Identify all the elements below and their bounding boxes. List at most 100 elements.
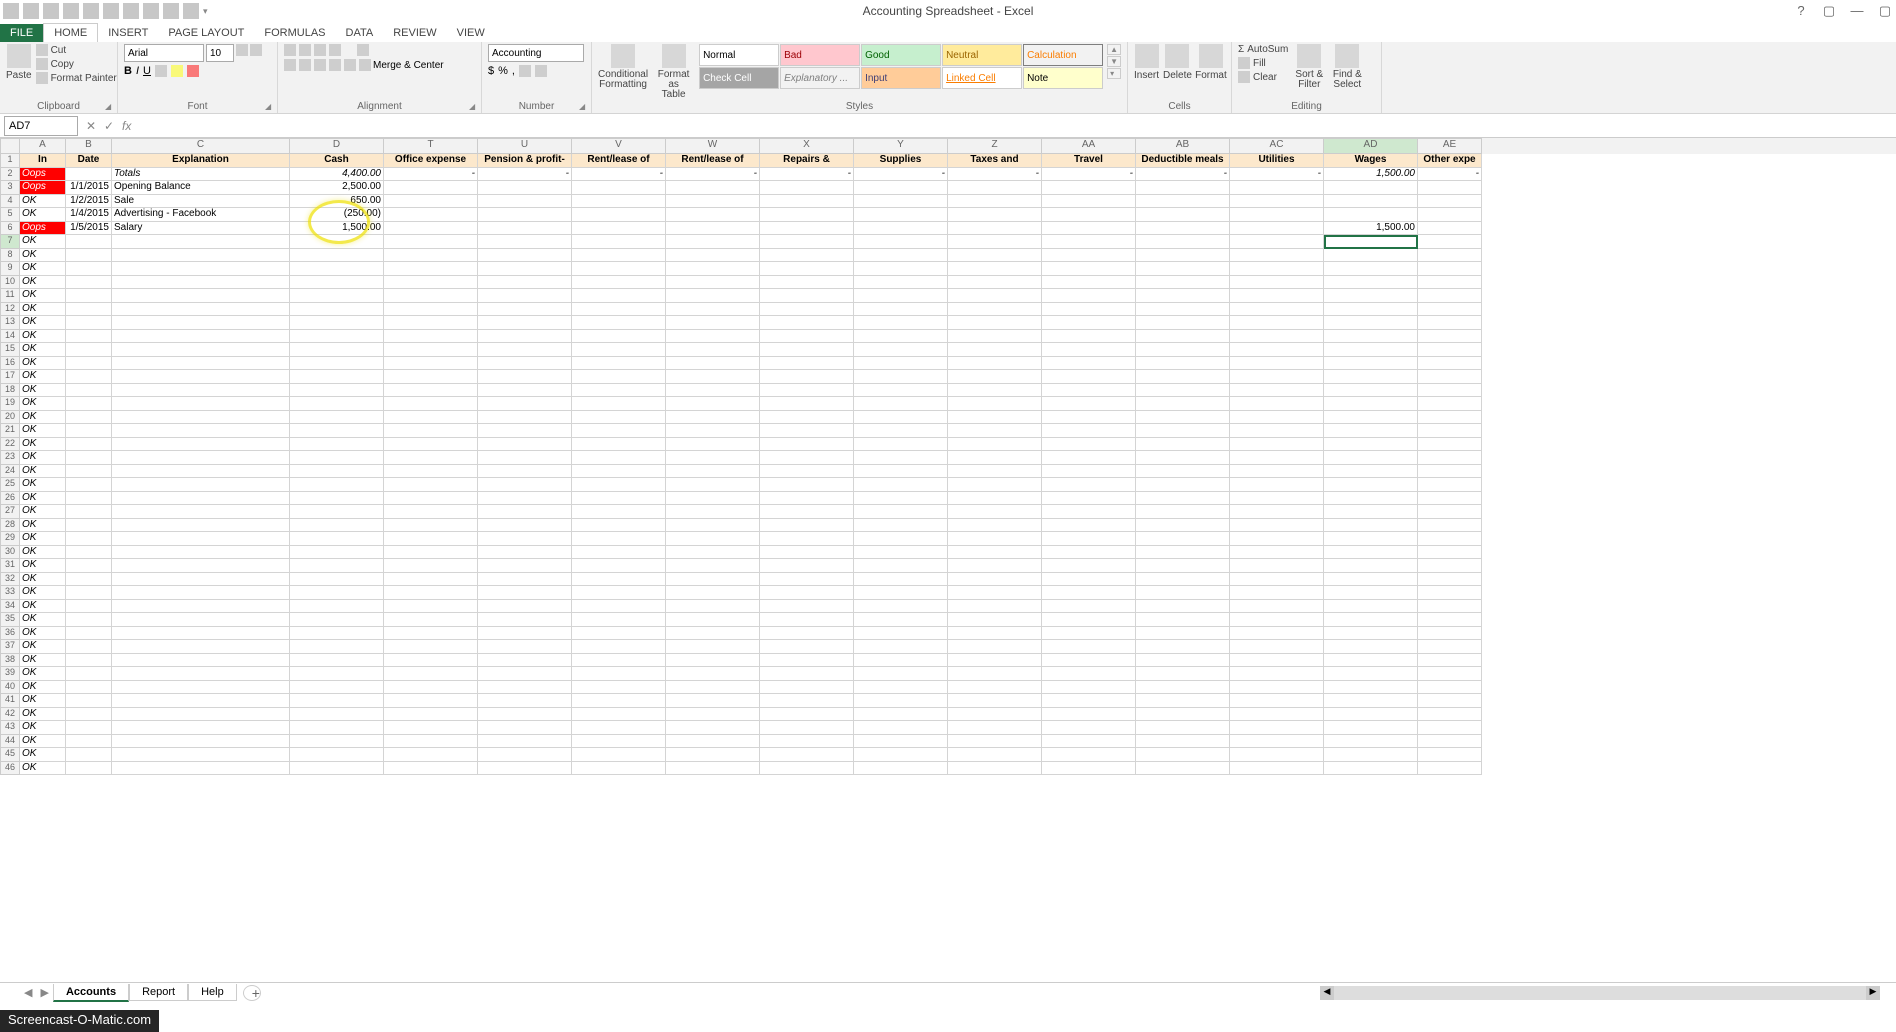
styles-down-icon[interactable]: ▼ <box>1107 56 1121 67</box>
cell-AC42[interactable] <box>1230 708 1324 722</box>
cell-W15[interactable] <box>666 343 760 357</box>
cell-V19[interactable] <box>572 397 666 411</box>
row-header-11[interactable]: 11 <box>0 289 20 303</box>
cell-AD29[interactable] <box>1324 532 1418 546</box>
cell-AC4[interactable] <box>1230 195 1324 209</box>
cell-C9[interactable] <box>112 262 290 276</box>
cell-A38[interactable]: OK <box>20 654 66 668</box>
cell-C12[interactable] <box>112 303 290 317</box>
cell-W20[interactable] <box>666 411 760 425</box>
cell-AD15[interactable] <box>1324 343 1418 357</box>
cell-AB41[interactable] <box>1136 694 1230 708</box>
cell-Y40[interactable] <box>854 681 948 695</box>
cell-B32[interactable] <box>66 573 112 587</box>
cell-AC46[interactable] <box>1230 762 1324 776</box>
cell-AD31[interactable] <box>1324 559 1418 573</box>
cell-D15[interactable] <box>290 343 384 357</box>
cell-A46[interactable]: OK <box>20 762 66 776</box>
cell-D24[interactable] <box>290 465 384 479</box>
cell-Z8[interactable] <box>948 249 1042 263</box>
cell-AC16[interactable] <box>1230 357 1324 371</box>
cell-AD2[interactable]: 1,500.00 <box>1324 168 1418 182</box>
cell-X16[interactable] <box>760 357 854 371</box>
cell-AD32[interactable] <box>1324 573 1418 587</box>
cell-C14[interactable] <box>112 330 290 344</box>
row-header-14[interactable]: 14 <box>0 330 20 344</box>
cell-V5[interactable] <box>572 208 666 222</box>
row-header-15[interactable]: 15 <box>0 343 20 357</box>
select-all-corner[interactable] <box>0 138 20 154</box>
new-icon[interactable] <box>163 3 179 19</box>
cell-U3[interactable] <box>478 181 572 195</box>
cell-C42[interactable] <box>112 708 290 722</box>
cell-W42[interactable] <box>666 708 760 722</box>
cell-B41[interactable] <box>66 694 112 708</box>
cell-C7[interactable] <box>112 235 290 249</box>
cell-T35[interactable] <box>384 613 478 627</box>
cell-T27[interactable] <box>384 505 478 519</box>
conditional-formatting-button[interactable]: Conditional Formatting <box>598 44 648 90</box>
cell-X44[interactable] <box>760 735 854 749</box>
cell-A17[interactable]: OK <box>20 370 66 384</box>
cell-AC9[interactable] <box>1230 262 1324 276</box>
accept-formula-icon[interactable]: ✓ <box>100 119 118 133</box>
cell-AB8[interactable] <box>1136 249 1230 263</box>
cell-AD7[interactable] <box>1324 235 1418 249</box>
row-header-36[interactable]: 36 <box>0 627 20 641</box>
cell-AB15[interactable] <box>1136 343 1230 357</box>
cell-D30[interactable] <box>290 546 384 560</box>
cell-AE38[interactable] <box>1418 654 1482 668</box>
cell-V14[interactable] <box>572 330 666 344</box>
cell-C35[interactable] <box>112 613 290 627</box>
cell-AB24[interactable] <box>1136 465 1230 479</box>
cell-B3[interactable]: 1/1/2015 <box>66 181 112 195</box>
cell-Y29[interactable] <box>854 532 948 546</box>
cell-AB3[interactable] <box>1136 181 1230 195</box>
cell-X3[interactable] <box>760 181 854 195</box>
comma-format-button[interactable]: , <box>512 65 515 77</box>
cell-B38[interactable] <box>66 654 112 668</box>
cell-D26[interactable] <box>290 492 384 506</box>
cell-AE25[interactable] <box>1418 478 1482 492</box>
cell-AC26[interactable] <box>1230 492 1324 506</box>
cell-T34[interactable] <box>384 600 478 614</box>
cell-U4[interactable] <box>478 195 572 209</box>
cell-W32[interactable] <box>666 573 760 587</box>
cell-Z5[interactable] <box>948 208 1042 222</box>
cell-D29[interactable] <box>290 532 384 546</box>
cell-AB42[interactable] <box>1136 708 1230 722</box>
cell-AE44[interactable] <box>1418 735 1482 749</box>
row-header-29[interactable]: 29 <box>0 532 20 546</box>
autosum-button[interactable]: ΣAutoSum <box>1238 44 1288 55</box>
cell-U28[interactable] <box>478 519 572 533</box>
font-name-input[interactable] <box>124 44 204 62</box>
cell-A30[interactable]: OK <box>20 546 66 560</box>
cell-X7[interactable] <box>760 235 854 249</box>
cell-V29[interactable] <box>572 532 666 546</box>
cell-X12[interactable] <box>760 303 854 317</box>
row-header-19[interactable]: 19 <box>0 397 20 411</box>
cell-A45[interactable]: OK <box>20 748 66 762</box>
cell-D43[interactable] <box>290 721 384 735</box>
cell-T39[interactable] <box>384 667 478 681</box>
cell-V40[interactable] <box>572 681 666 695</box>
cell-AD14[interactable] <box>1324 330 1418 344</box>
cell-V24[interactable] <box>572 465 666 479</box>
cell-B28[interactable] <box>66 519 112 533</box>
redo-icon[interactable] <box>63 3 79 19</box>
cell-AA35[interactable] <box>1042 613 1136 627</box>
cell-W36[interactable] <box>666 627 760 641</box>
cell-styles-gallery[interactable]: NormalBadGoodNeutralCalculationCheck Cel… <box>699 44 1103 89</box>
cell-W34[interactable] <box>666 600 760 614</box>
cell-B13[interactable] <box>66 316 112 330</box>
cell-C20[interactable] <box>112 411 290 425</box>
cell-X28[interactable] <box>760 519 854 533</box>
cell-AD39[interactable] <box>1324 667 1418 681</box>
clear-button[interactable]: Clear <box>1238 71 1288 83</box>
spell-icon[interactable] <box>183 3 199 19</box>
cell-W35[interactable] <box>666 613 760 627</box>
cell-T3[interactable] <box>384 181 478 195</box>
tab-home[interactable]: HOME <box>43 23 98 42</box>
col-header-B[interactable]: B <box>66 138 112 154</box>
cell-C41[interactable] <box>112 694 290 708</box>
